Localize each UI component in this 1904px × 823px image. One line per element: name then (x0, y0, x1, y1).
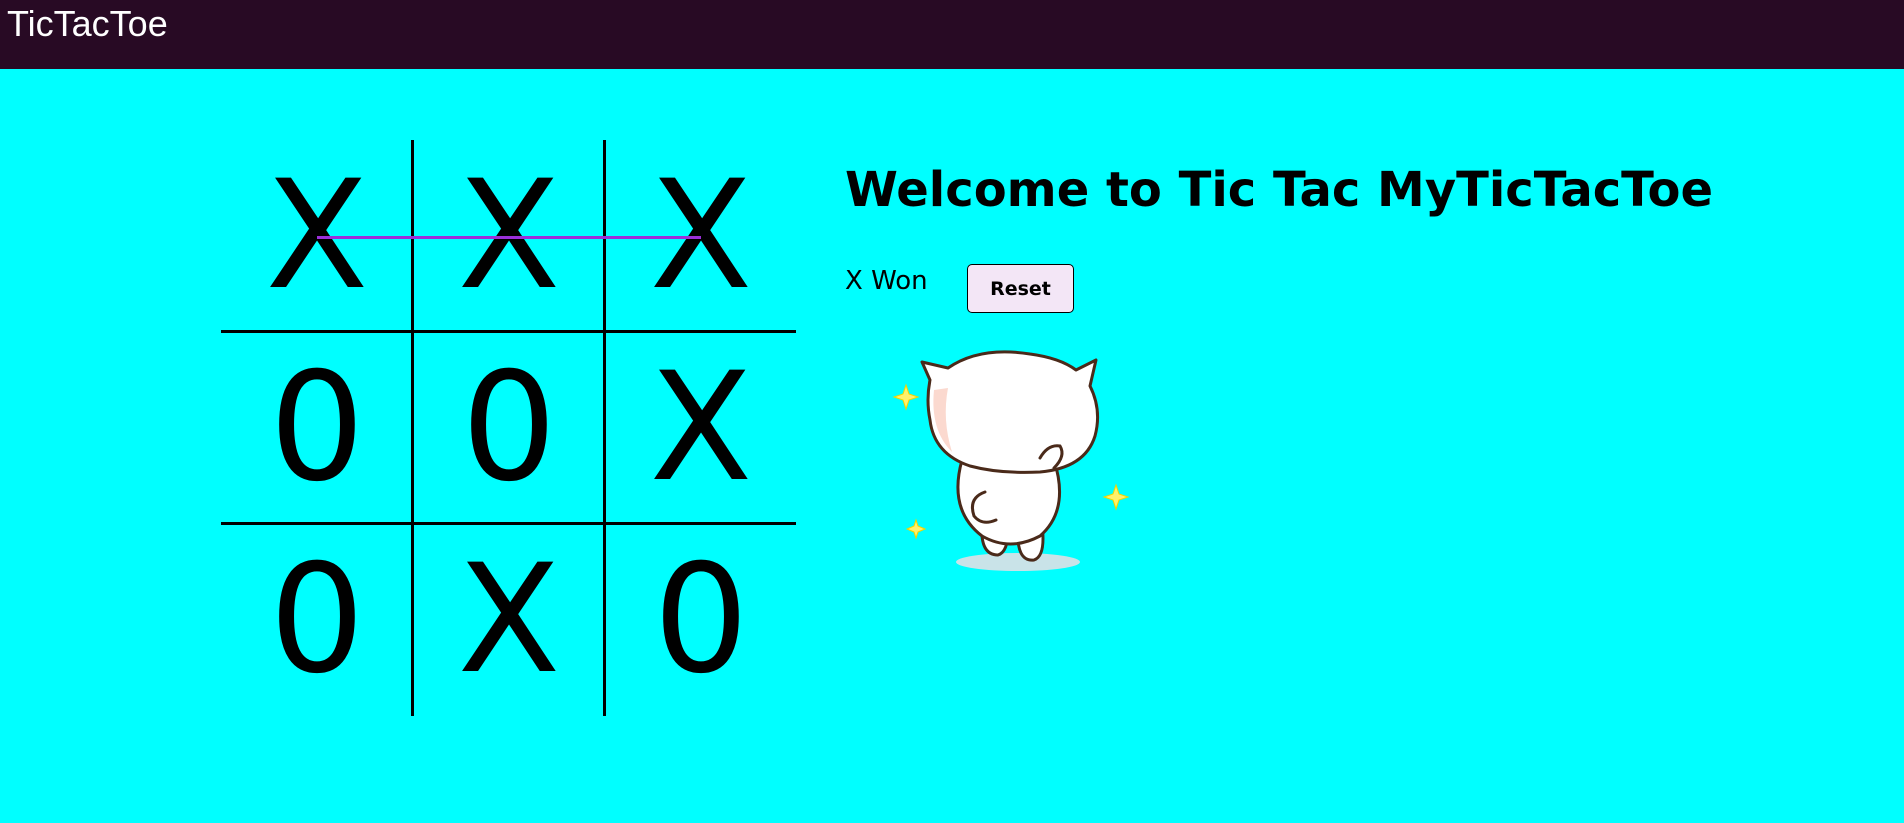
board-cell-2-3[interactable]: X (605, 332, 797, 524)
game-status: X Won (845, 266, 928, 296)
board-cell-3-3[interactable]: 0 (605, 524, 797, 716)
board-cell-2-2[interactable]: 0 (413, 332, 605, 524)
grid-line-horizontal-2 (221, 522, 796, 525)
grid-line-horizontal-1 (221, 330, 796, 333)
game-board: X X X 0 0 X 0 X 0 (221, 140, 796, 716)
reset-button[interactable]: Reset (967, 264, 1074, 313)
page-heading: Welcome to Tic Tac MyTicTacToe (845, 162, 1714, 218)
app-title: TicTacToe (7, 3, 168, 44)
celebrating-cat-icon (890, 340, 1140, 575)
grid-line-vertical-2 (603, 140, 606, 716)
grid-line-vertical-1 (411, 140, 414, 716)
board-cell-3-1[interactable]: 0 (221, 524, 413, 716)
board-cell-2-1[interactable]: 0 (221, 332, 413, 524)
board-cell-3-2[interactable]: X (413, 524, 605, 716)
app-header: TicTacToe (0, 0, 1904, 69)
winning-line (317, 236, 701, 239)
